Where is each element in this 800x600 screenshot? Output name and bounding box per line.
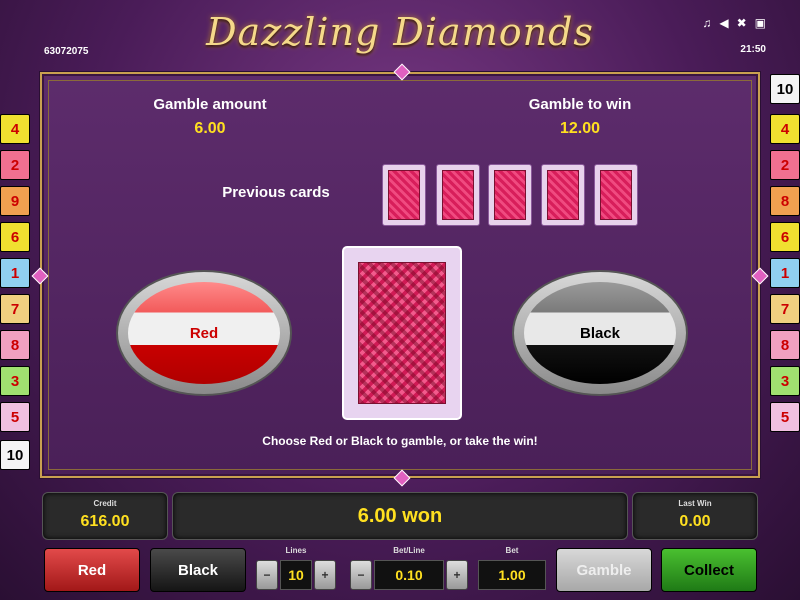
previous-card (382, 164, 426, 226)
previous-card (594, 164, 638, 226)
line-tab: 10 (0, 440, 30, 470)
music-icon[interactable]: ♫ (702, 16, 711, 30)
last-win-box: Last Win 0.00 (632, 492, 758, 540)
line-tab: 4 (770, 114, 800, 144)
diamond-icon (393, 63, 411, 81)
diamond-icon (751, 267, 769, 285)
red-gamble-label: Red (128, 282, 280, 384)
machine-id: 63072075 (44, 46, 89, 57)
bet-line-minus-button[interactable]: − (350, 560, 372, 590)
clock: 21:50 (740, 44, 766, 55)
bet-line-value: 0.10 (374, 560, 444, 590)
red-button[interactable]: Red (44, 548, 140, 592)
gamble-amount-label: Gamble amount (153, 96, 267, 113)
lines-plus-button[interactable]: + (314, 560, 336, 590)
line-tab: 5 (770, 402, 800, 432)
fullscreen-icon[interactable]: ▣ (755, 16, 766, 30)
line-tab: 3 (770, 366, 800, 396)
line-tab: 2 (770, 150, 800, 180)
win-message-box: 6.00 won (172, 492, 628, 540)
black-button[interactable]: Black (150, 548, 246, 592)
line-tab: 1 (0, 258, 30, 288)
diamond-icon (31, 267, 49, 285)
win-message: 6.00 won (357, 505, 443, 527)
last-win-value: 0.00 (679, 513, 711, 530)
lines-label: Lines (285, 546, 307, 555)
last-win-label: Last Win (678, 499, 712, 508)
bet-line-plus-button[interactable]: + (446, 560, 468, 590)
gamble-to-win-label: Gamble to win (528, 96, 632, 113)
line-tab: 1 (770, 258, 800, 288)
diamond-icon (393, 469, 411, 487)
line-tab: 7 (770, 294, 800, 324)
bet-label: Bet (505, 546, 519, 555)
line-tab: 9 (0, 186, 30, 216)
previous-card (436, 164, 480, 226)
previous-card (488, 164, 532, 226)
gamble-to-win-value: 12.00 (559, 120, 601, 137)
black-gamble-button[interactable]: Black (512, 270, 688, 396)
line-tab: 6 (0, 222, 30, 252)
face-down-card (342, 246, 462, 420)
previous-cards-label: Previous cards (222, 184, 330, 201)
gamble-amount-value: 6.00 (194, 120, 226, 137)
credit-box: Credit 616.00 (42, 492, 168, 540)
line-tab: 5 (0, 402, 30, 432)
collect-button[interactable]: Collect (661, 548, 757, 592)
line-tab: 8 (0, 330, 30, 360)
line-tab: 6 (770, 222, 800, 252)
gamble-hint: Choose Red or Black to gamble, or take t… (262, 434, 538, 448)
line-tab: 8 (770, 330, 800, 360)
line-tab: 7 (0, 294, 30, 324)
exit-icon[interactable]: ✖ (737, 16, 747, 30)
game-title: Dazzling Diamonds (206, 10, 594, 54)
line-tab: 8 (770, 186, 800, 216)
top-icons: ♫ ◀ ✖ ▣ (702, 16, 766, 30)
lines-minus-button[interactable]: − (256, 560, 278, 590)
red-gamble-button[interactable]: Red (116, 270, 292, 396)
credit-label: Credit (93, 499, 117, 508)
credit-value: 616.00 (80, 513, 130, 530)
gamble-button[interactable]: Gamble (556, 548, 652, 592)
speaker-icon[interactable]: ◀ (719, 16, 728, 30)
lines-value: 10 (280, 560, 312, 590)
line-tab: 10 (770, 74, 800, 104)
line-tab: 4 (0, 114, 30, 144)
black-gamble-label: Black (524, 282, 676, 384)
game-screen: Dazzling Diamonds 63072075 21:50 ♫ ◀ ✖ ▣… (0, 0, 800, 600)
previous-card (541, 164, 585, 226)
line-tab: 2 (0, 150, 30, 180)
bet-line-label: Bet/Line (393, 546, 425, 555)
line-tab: 3 (0, 366, 30, 396)
bet-value: 1.00 (478, 560, 546, 590)
